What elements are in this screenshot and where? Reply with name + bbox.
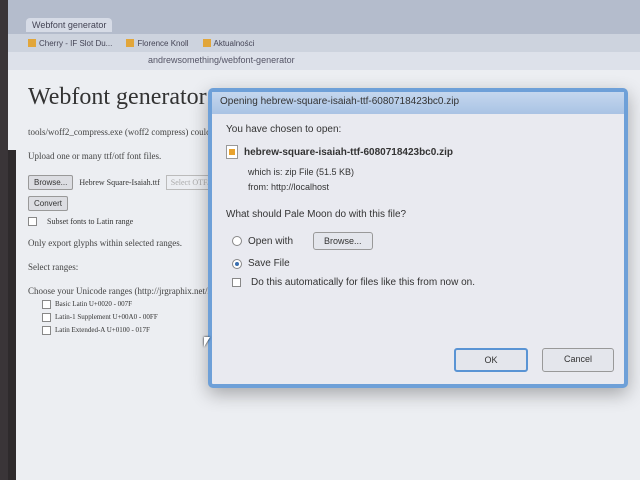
bookmark[interactable]: Cherry - IF Slot Du... (28, 39, 112, 48)
range-label: Basic Latin U+0020 - 007F (55, 300, 133, 309)
file-source: from: http://localhost (248, 182, 330, 192)
monitor-bezel (8, 150, 16, 480)
save-file-option[interactable]: Save File (232, 258, 610, 269)
browse-app-button[interactable]: Browse... (313, 232, 373, 250)
bookmark-icon (126, 39, 135, 48)
cancel-button[interactable]: Cancel (542, 348, 614, 372)
convert-button[interactable]: Convert (28, 196, 69, 211)
file-type: which is: zip File (51.5 KB) (248, 167, 355, 177)
bookmark-label: Aktualności (213, 38, 255, 48)
range-label: Latin-1 Supplement U+00A0 - 00FF (55, 313, 158, 322)
ok-button[interactable]: OK (454, 348, 528, 372)
save-file-radio[interactable] (232, 258, 242, 269)
address-bar[interactable]: andrewsomething/webfont-generator (8, 52, 640, 70)
range-checkbox[interactable] (42, 300, 51, 309)
selected-file: Hebrew Square-Isaiah.ttf (79, 178, 160, 187)
range-label: Latin Extended-A U+0100 - 017F (55, 326, 150, 335)
chosen-label: You have chosen to open: (226, 124, 342, 135)
bookmarks-bar: Cherry - IF Slot Du... Florence Knoll Ak… (8, 34, 640, 52)
monitor-screen: Webfont generator Cherry - IF Slot Du...… (8, 0, 640, 480)
dialog-question: What should Pale Moon do with this file? (226, 209, 407, 220)
url-text: andrewsomething/webfont-generator (148, 55, 295, 65)
folder-icon (202, 39, 211, 48)
subset-checkbox[interactable] (28, 217, 37, 226)
mouse-cursor-icon (204, 337, 210, 347)
auto-checkbox[interactable] (232, 278, 241, 287)
file-name: hebrew-square-isaiah-ttf-6080718423bc0.z… (244, 146, 453, 158)
open-with-option[interactable]: Open with Browse... (232, 232, 610, 250)
open-with-radio[interactable] (232, 236, 242, 246)
range-checkbox[interactable] (42, 313, 51, 322)
open-with-label: Open with (248, 235, 294, 247)
dialog-title: Opening hebrew-square-isaiah-ttf-6080718… (212, 92, 624, 114)
tab-bar: Webfont generator (8, 0, 640, 34)
range-checkbox[interactable] (42, 326, 51, 335)
zip-file-icon (226, 145, 238, 159)
bookmark[interactable]: Aktualności (202, 38, 255, 48)
subset-label: Subset fonts to Latin range (47, 217, 134, 226)
bookmark-icon (28, 39, 36, 48)
bookmark-label: Florence Knoll (137, 38, 189, 48)
save-file-label: Save File (248, 258, 290, 269)
bookmark-label: Cherry - IF Slot Du... (39, 38, 113, 48)
auto-option[interactable]: Do this automatically for files like thi… (232, 277, 610, 288)
auto-label: Do this automatically for files like thi… (251, 277, 475, 288)
bookmark[interactable]: Florence Knoll (126, 38, 189, 48)
browse-button[interactable]: Browse... (28, 175, 74, 190)
browser-tab[interactable]: Webfont generator (26, 18, 113, 32)
download-dialog: Opening hebrew-square-isaiah-ttf-6080718… (204, 88, 628, 388)
